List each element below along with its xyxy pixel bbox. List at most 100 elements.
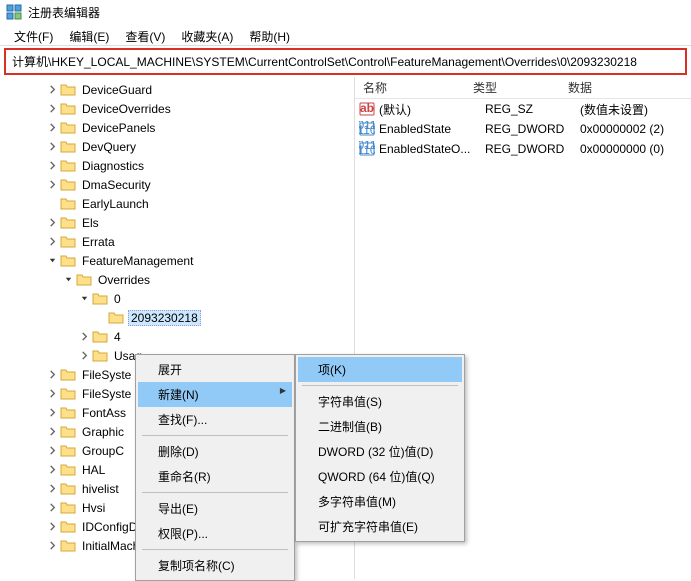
context-menu-item[interactable]: 导出(E) [138, 496, 292, 521]
context-menu-item[interactable]: 二进制值(B) [298, 414, 462, 439]
chevron-right-icon[interactable] [46, 141, 58, 153]
tree-item[interactable]: Diagnostics [0, 156, 354, 175]
title-bar: 注册表编辑器 [0, 0, 691, 24]
context-menu-item[interactable]: 字符串值(S) [298, 389, 462, 414]
chevron-down-icon[interactable] [78, 293, 90, 305]
value-row[interactable]: 011110EnabledStateO...REG_DWORD0x0000000… [355, 139, 691, 159]
context-menu-item[interactable]: 项(K) [298, 357, 462, 382]
folder-icon [60, 159, 76, 173]
dword-value-icon: 011110 [359, 141, 375, 157]
chevron-right-icon[interactable] [46, 84, 58, 96]
chevron-right-icon[interactable] [46, 160, 58, 172]
tree-item[interactable]: EarlyLaunch [0, 194, 354, 213]
menu-separator [302, 385, 458, 386]
tree-item[interactable]: Errata [0, 232, 354, 251]
tree-item-label: Diagnostics [80, 159, 146, 173]
tree-item[interactable]: DevQuery [0, 137, 354, 156]
context-menu-item[interactable]: 多字符串值(M) [298, 489, 462, 514]
context-menu-item[interactable]: 权限(P)... [138, 521, 292, 546]
chevron-down-icon[interactable] [46, 255, 58, 267]
address-bar-wrap: 计算机\HKEY_LOCAL_MACHINE\SYSTEM\CurrentCon… [0, 46, 691, 77]
chevron-right-icon[interactable] [46, 179, 58, 191]
value-type: REG_SZ [485, 102, 580, 116]
context-menu-item[interactable]: 删除(D) [138, 439, 292, 464]
tree-item[interactable]: Els [0, 213, 354, 232]
svg-text:110: 110 [359, 123, 375, 137]
menu-item[interactable]: 编辑(E) [61, 26, 117, 43]
value-name: EnabledStateO... [379, 142, 485, 156]
folder-icon [76, 273, 92, 287]
context-menu-item[interactable]: QWORD (64 位)值(Q) [298, 464, 462, 489]
chevron-right-icon [46, 198, 58, 210]
chevron-right-icon[interactable] [46, 407, 58, 419]
chevron-right-icon[interactable] [46, 502, 58, 514]
tree-item[interactable]: 2093230218 [0, 308, 354, 327]
context-menu-item[interactable]: DWORD (32 位)值(D) [298, 439, 462, 464]
folder-icon [60, 102, 76, 116]
tree-item-label: FontAss [80, 406, 128, 420]
context-menu-primary[interactable]: 展开新建(N)查找(F)... 删除(D)重命名(R) 导出(E)权限(P)... 复… [135, 354, 295, 581]
value-row[interactable]: 011110EnabledStateREG_DWORD0x00000002 (2… [355, 119, 691, 139]
menu-item[interactable]: 文件(F) [6, 26, 61, 43]
menu-item[interactable]: 查看(V) [117, 26, 173, 43]
tree-item-label: 4 [112, 330, 123, 344]
chevron-right-icon[interactable] [46, 483, 58, 495]
tree-item[interactable]: 0 [0, 289, 354, 308]
tree-item[interactable]: DeviceGuard [0, 80, 354, 99]
chevron-right-icon[interactable] [46, 521, 58, 533]
folder-icon [60, 121, 76, 135]
folder-icon [60, 444, 76, 458]
menu-item[interactable]: 帮助(H) [241, 26, 298, 43]
chevron-right-icon [94, 312, 106, 324]
context-menu-item[interactable]: 查找(F)... [138, 407, 292, 432]
context-menu-item[interactable]: 重命名(R) [138, 464, 292, 489]
chevron-right-icon[interactable] [78, 331, 90, 343]
chevron-right-icon[interactable] [46, 445, 58, 457]
folder-icon [92, 330, 108, 344]
chevron-right-icon[interactable] [46, 388, 58, 400]
folder-icon [60, 463, 76, 477]
folder-icon [60, 482, 76, 496]
context-menu-item[interactable]: 可扩充字符串值(E) [298, 514, 462, 539]
tree-item-label: Errata [80, 235, 117, 249]
folder-icon [60, 140, 76, 154]
context-menu-item[interactable]: 复制项名称(C) [138, 553, 292, 578]
chevron-right-icon[interactable] [46, 369, 58, 381]
tree-item-label: Graphic [80, 425, 126, 439]
tree-item[interactable]: 4 [0, 327, 354, 346]
folder-icon [60, 197, 76, 211]
chevron-right-icon[interactable] [78, 350, 90, 362]
tree-item-label: DevicePanels [80, 121, 157, 135]
col-header-data[interactable]: 数据 [560, 77, 691, 99]
value-list: ab(默认)REG_SZ(数值未设置)011110EnabledStateREG… [355, 99, 691, 159]
address-bar[interactable]: 计算机\HKEY_LOCAL_MACHINE\SYSTEM\CurrentCon… [4, 48, 687, 75]
tree-item[interactable]: DevicePanels [0, 118, 354, 137]
chevron-right-icon[interactable] [46, 236, 58, 248]
col-header-type[interactable]: 类型 [465, 77, 560, 99]
window-title: 注册表编辑器 [28, 4, 100, 21]
tree-item-label: HAL [80, 463, 107, 477]
chevron-right-icon[interactable] [46, 122, 58, 134]
chevron-right-icon[interactable] [46, 464, 58, 476]
chevron-right-icon[interactable] [46, 217, 58, 229]
tree-item-label: DevQuery [80, 140, 138, 154]
context-menu-item[interactable]: 新建(N) [138, 382, 292, 407]
context-menu-item[interactable]: 展开 [138, 357, 292, 382]
context-menu-new-submenu[interactable]: 项(K) 字符串值(S)二进制值(B)DWORD (32 位)值(D)QWORD … [295, 354, 465, 542]
tree-item[interactable]: Overrides [0, 270, 354, 289]
chevron-right-icon[interactable] [46, 540, 58, 552]
tree-item[interactable]: DeviceOverrides [0, 99, 354, 118]
chevron-down-icon[interactable] [62, 274, 74, 286]
col-header-name[interactable]: 名称 [355, 77, 465, 99]
folder-icon [108, 311, 124, 325]
tree-item[interactable]: FeatureManagement [0, 251, 354, 270]
value-data: (数值未设置) [580, 101, 691, 118]
tree-item[interactable]: DmaSecurity [0, 175, 354, 194]
menu-item[interactable]: 收藏夹(A) [173, 26, 241, 43]
value-row[interactable]: ab(默认)REG_SZ(数值未设置) [355, 99, 691, 119]
menu-bar: 文件(F)编辑(E)查看(V)收藏夹(A)帮助(H) [0, 24, 691, 46]
chevron-right-icon[interactable] [46, 103, 58, 115]
folder-icon [60, 520, 76, 534]
chevron-right-icon[interactable] [46, 426, 58, 438]
folder-icon [92, 292, 108, 306]
